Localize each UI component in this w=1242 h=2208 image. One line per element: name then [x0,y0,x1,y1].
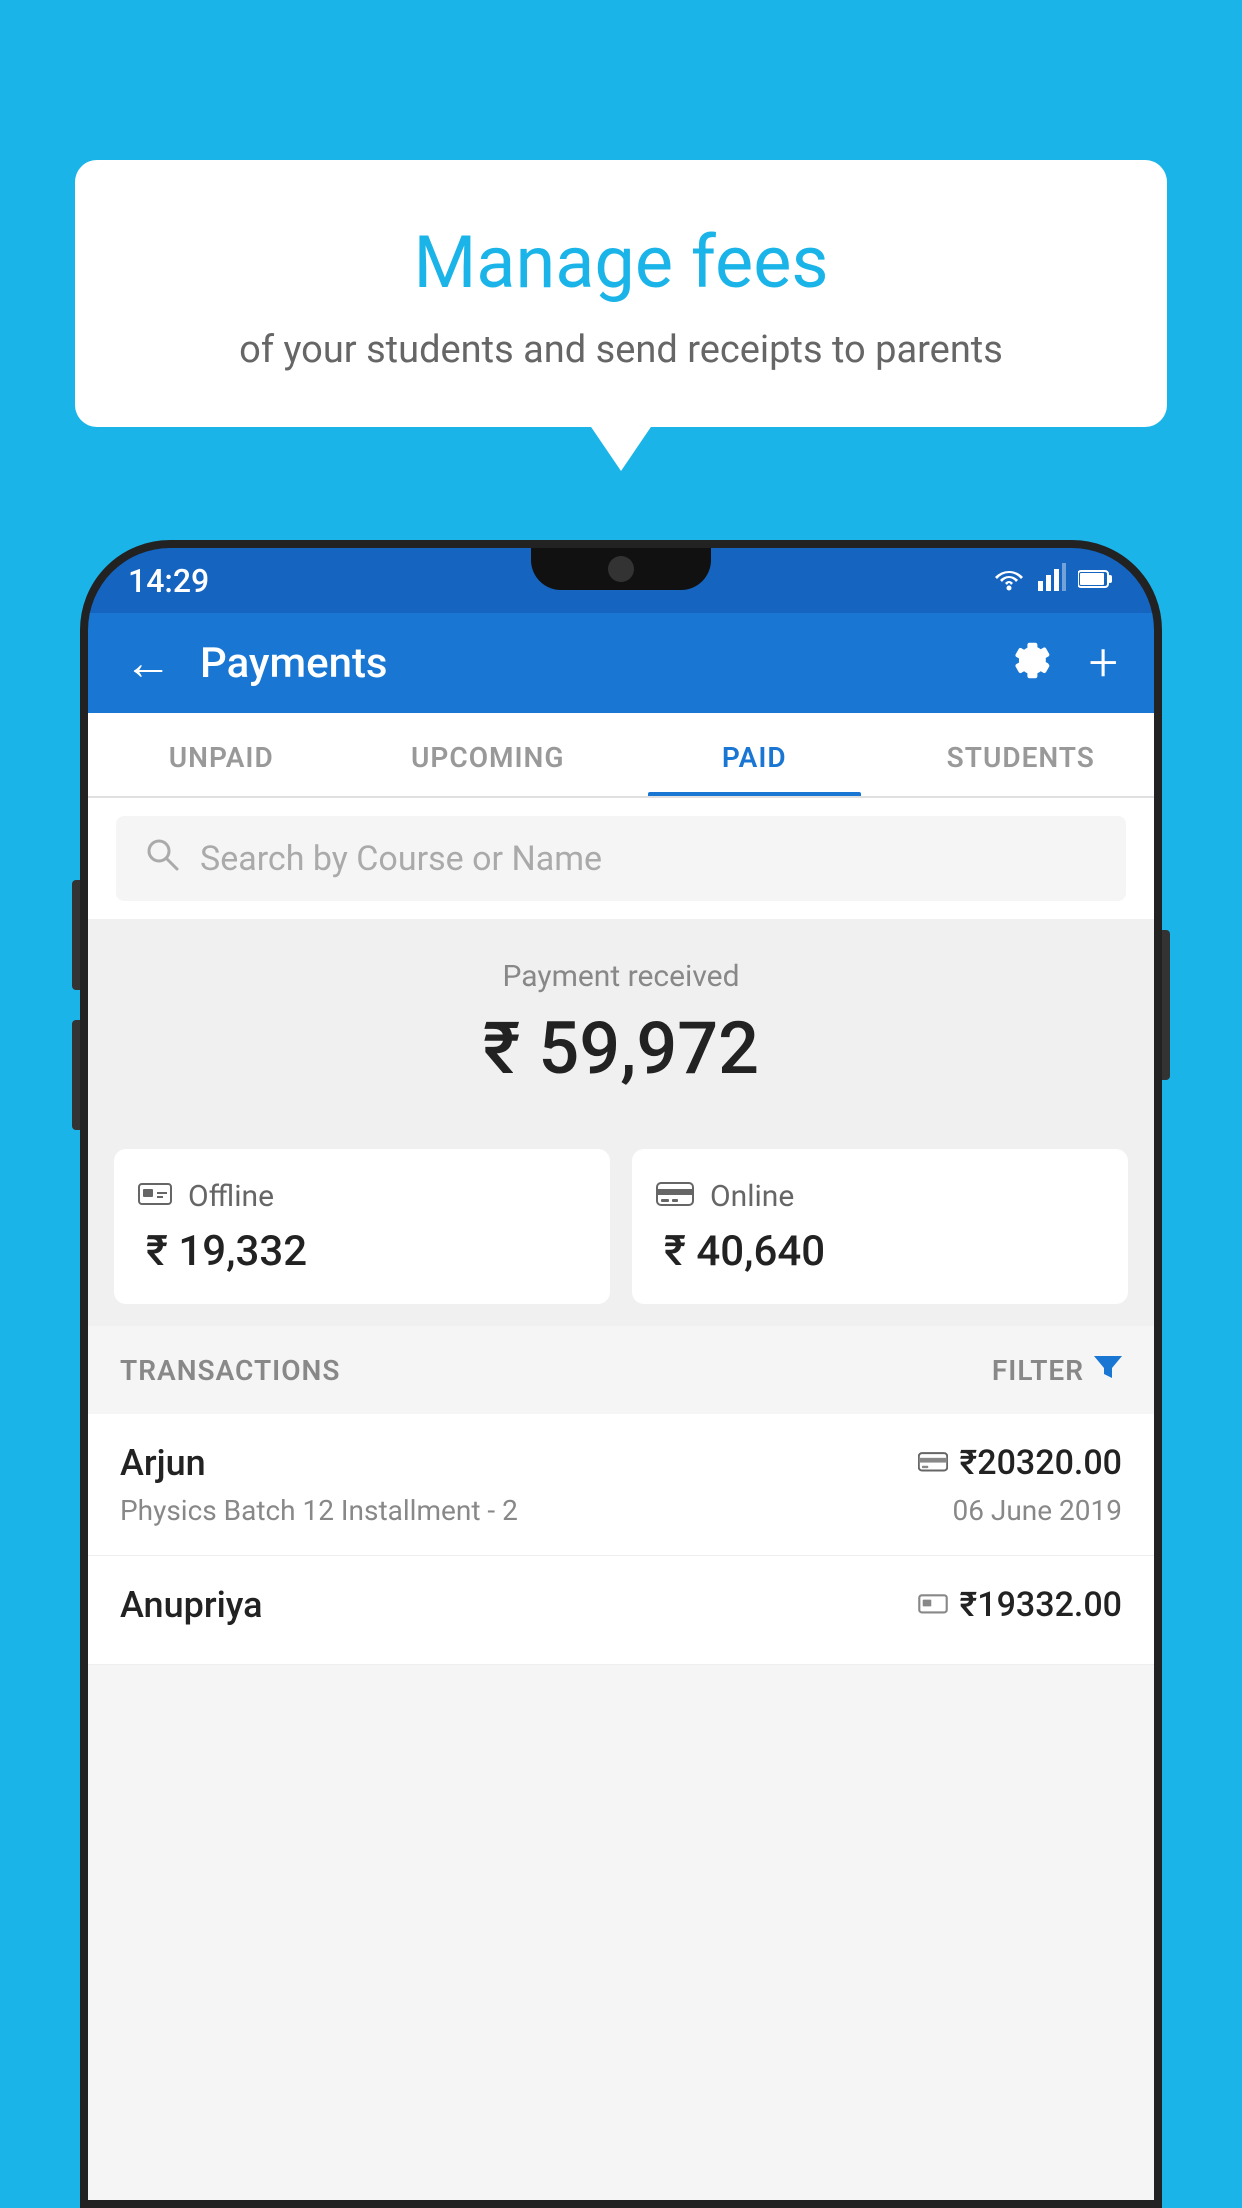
filter-icon [1094,1352,1122,1388]
payment-amount: ₹ 59,972 [88,1006,1154,1091]
transaction-amount-wrap-2: ₹19332.00 [918,1585,1122,1625]
status-time: 14:29 [128,562,209,600]
search-bar[interactable]: Search by Course or Name [116,816,1126,901]
transaction-date: 06 June 2019 [952,1494,1122,1527]
phone-frame: 14:29 [80,540,1162,2208]
online-label: Online [710,1179,794,1214]
transaction-row[interactable]: Arjun ₹20320.00 Physics Batch 12 Install… [88,1414,1154,1556]
search-placeholder: Search by Course or Name [200,839,602,879]
transaction-amount: ₹20320.00 [960,1443,1122,1483]
app-bar: ← Payments + [88,613,1154,713]
volume-up-button [72,880,80,990]
transactions-header: TRANSACTIONS FILTER [88,1326,1154,1414]
tab-upcoming[interactable]: UPCOMING [355,713,622,796]
phone-notch [531,548,711,590]
tab-bar: UNPAID UPCOMING PAID STUDENTS [88,713,1154,798]
power-button [1162,930,1170,1080]
transaction-amount-2: ₹19332.00 [960,1585,1122,1625]
search-container: Search by Course or Name [88,798,1154,919]
transaction-row[interactable]: Anupriya ₹19332.00 [88,1556,1154,1665]
transaction-detail: Physics Batch 12 Installment - 2 [120,1494,518,1527]
filter-label: FILTER [992,1354,1084,1387]
page-title: Payments [200,639,981,688]
tooltip-card: Manage fees of your students and send re… [75,160,1167,427]
content-area: Search by Course or Name Payment receive… [88,798,1154,2203]
status-icons [992,563,1114,598]
back-button[interactable]: ← [124,639,172,687]
transaction-name: Arjun [120,1442,206,1484]
online-amount: ₹ 40,640 [656,1227,1104,1276]
payment-label: Payment received [88,959,1154,994]
search-icon [144,836,180,881]
battery-icon [1078,564,1114,597]
payment-summary: Payment received ₹ 59,972 [88,919,1154,1127]
wifi-icon [992,563,1026,598]
volume-down-button [72,1020,80,1130]
tooltip-title: Manage fees [125,220,1117,306]
signal-icon [1038,563,1066,598]
offline-amount: ₹ 19,332 [138,1227,586,1276]
payment-methods: Offline ₹ 19,332 Online [88,1127,1154,1326]
settings-button[interactable] [1009,636,1053,690]
online-payment-card: Online ₹ 40,640 [632,1149,1128,1304]
transaction-amount-wrap: ₹20320.00 [918,1443,1122,1483]
tooltip-subtitle: of your students and send receipts to pa… [125,328,1117,372]
tab-unpaid[interactable]: UNPAID [88,713,355,796]
transaction-online-icon [918,1447,948,1480]
offline-payment-card: Offline ₹ 19,332 [114,1149,610,1304]
offline-label: Offline [188,1179,274,1214]
transactions-label: TRANSACTIONS [120,1354,340,1387]
add-button[interactable]: + [1089,637,1118,689]
offline-icon [138,1177,172,1215]
online-icon [656,1177,694,1215]
app-bar-actions: + [1009,636,1118,690]
tab-paid[interactable]: PAID [621,713,888,796]
front-camera [608,556,634,582]
transaction-name-2: Anupriya [120,1584,263,1626]
tab-students[interactable]: STUDENTS [888,713,1155,796]
filter-button[interactable]: FILTER [992,1352,1122,1388]
transaction-offline-icon [918,1589,948,1622]
